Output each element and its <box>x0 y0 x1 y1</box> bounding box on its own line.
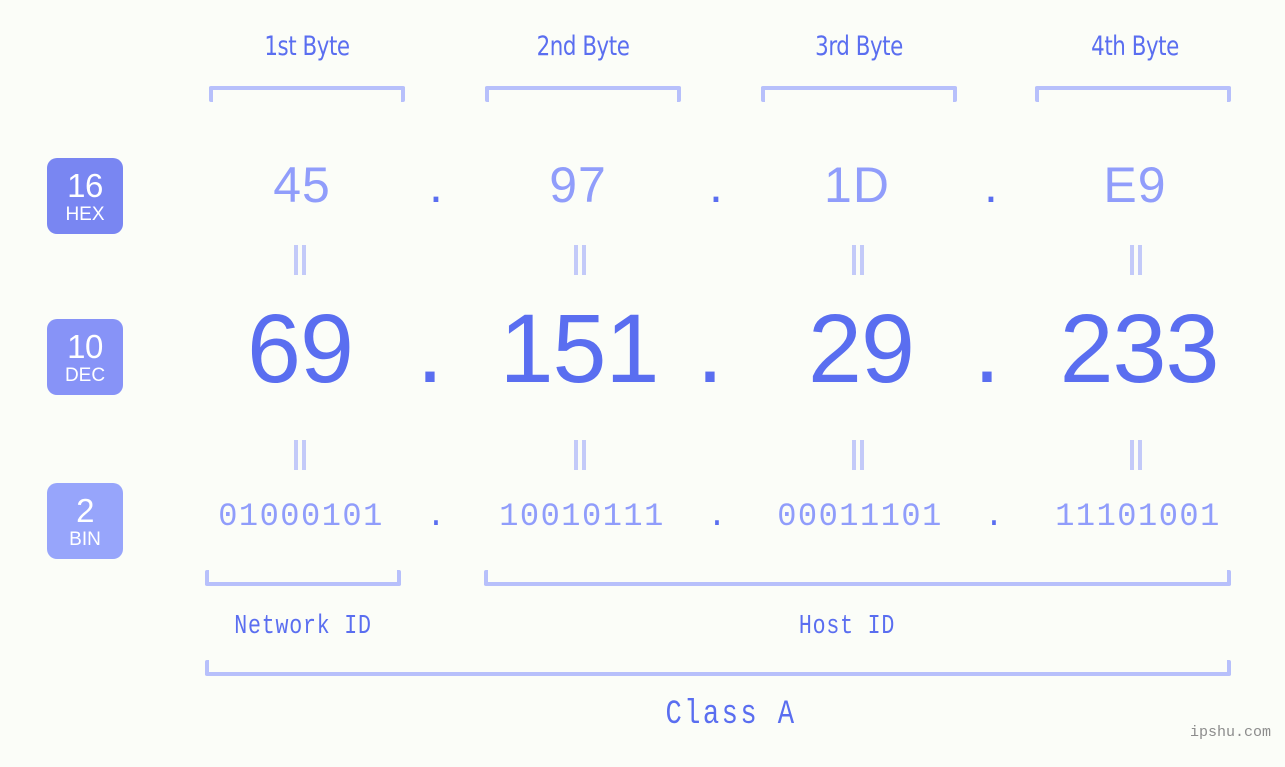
byte-header-1: 1st Byte <box>264 31 350 62</box>
byte-header-2: 2nd Byte <box>536 31 630 62</box>
bin-byte-4: 11101001 <box>1055 498 1221 535</box>
equals-mark-dec-bin-2 <box>571 440 589 470</box>
equals-mark-dec-bin-1 <box>291 440 309 470</box>
base-badge-bin: 2 BIN <box>47 483 123 559</box>
hex-byte-3: 1D <box>824 157 890 213</box>
network-id-label: Network ID <box>234 612 372 642</box>
dec-byte-4: 233 <box>1059 294 1220 403</box>
dec-separator-3: . <box>973 294 1001 403</box>
base-badge-bin-number: 2 <box>76 491 94 529</box>
hex-separator-1: . <box>429 157 443 213</box>
ip-breakdown-diagram: 1st Byte 2nd Byte 3rd Byte 4th Byte 16 H… <box>0 0 1285 767</box>
base-badge-hex: 16 HEX <box>47 158 123 234</box>
dec-separator-1: . <box>416 294 444 403</box>
hex-separator-3: . <box>984 157 998 213</box>
byte-bracket-4 <box>1035 86 1231 102</box>
dec-byte-3: 29 <box>808 294 915 403</box>
network-id-bracket <box>205 570 401 586</box>
hex-separator-2: . <box>709 157 723 213</box>
byte-header-3: 3rd Byte <box>815 31 903 62</box>
equals-mark-dec-bin-4 <box>1127 440 1145 470</box>
watermark: ipshu.com <box>1189 724 1271 741</box>
byte-bracket-1 <box>209 86 405 102</box>
base-badge-dec: 10 DEC <box>47 319 123 395</box>
host-id-bracket <box>484 570 1231 586</box>
equals-mark-hex-dec-2 <box>571 245 589 275</box>
byte-bracket-2 <box>485 86 681 102</box>
base-badge-bin-name: BIN <box>69 528 101 550</box>
bin-byte-3: 00011101 <box>777 498 943 535</box>
base-badge-dec-number: 10 <box>67 327 103 365</box>
hex-byte-1: 45 <box>273 157 331 213</box>
class-label: Class A <box>665 696 797 734</box>
equals-mark-dec-bin-3 <box>849 440 867 470</box>
bin-separator-2: . <box>707 498 727 535</box>
class-bracket <box>205 660 1231 676</box>
bin-separator-1: . <box>426 498 446 535</box>
base-badge-dec-name: DEC <box>64 364 106 386</box>
dec-separator-2: . <box>696 294 724 403</box>
equals-mark-hex-dec-3 <box>849 245 867 275</box>
hex-byte-4: E9 <box>1103 157 1167 213</box>
base-badge-hex-number: 16 <box>67 166 103 204</box>
bin-separator-3: . <box>984 498 1004 535</box>
equals-mark-hex-dec-4 <box>1127 245 1145 275</box>
dec-byte-1: 69 <box>247 294 354 403</box>
host-id-label: Host ID <box>798 612 896 642</box>
hex-byte-2: 97 <box>549 157 607 213</box>
dec-byte-2: 151 <box>499 294 660 403</box>
bin-byte-1: 01000101 <box>218 498 384 535</box>
base-badge-hex-name: HEX <box>65 203 105 225</box>
equals-mark-hex-dec-1 <box>291 245 309 275</box>
bin-byte-2: 10010111 <box>499 498 665 535</box>
byte-header-4: 4th Byte <box>1091 31 1179 62</box>
byte-bracket-3 <box>761 86 957 102</box>
